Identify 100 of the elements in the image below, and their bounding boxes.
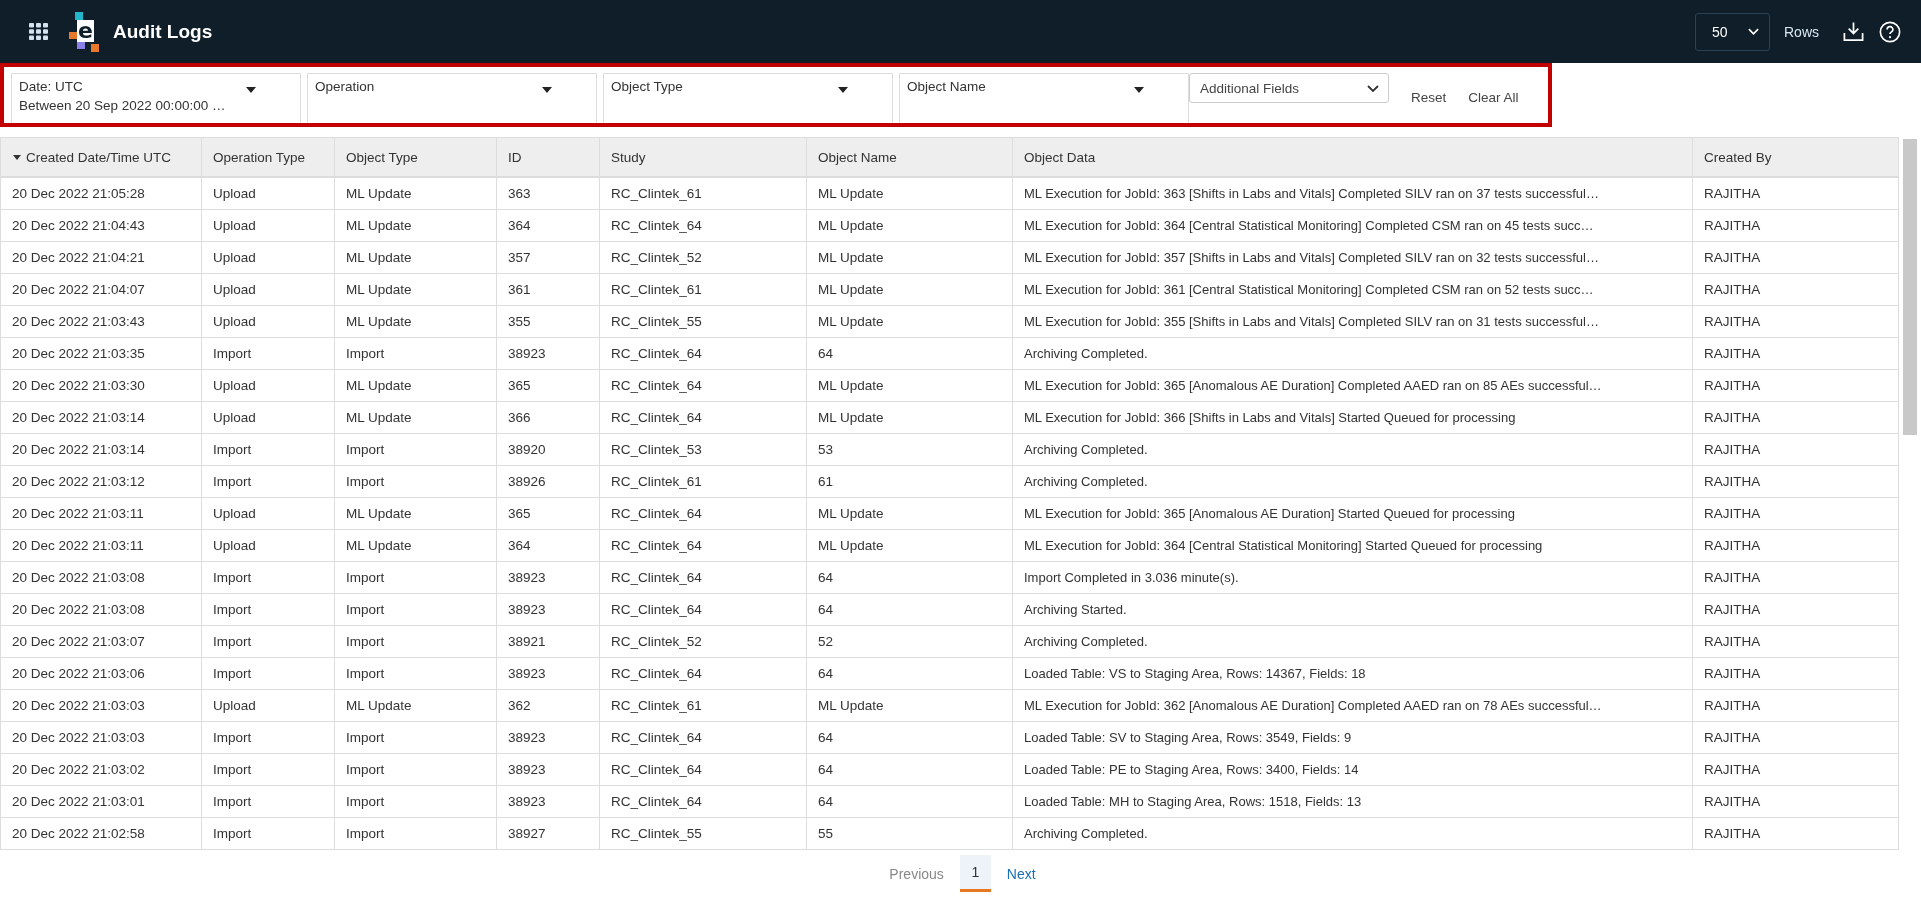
chevron-down-icon (1367, 84, 1379, 92)
table-cell: 64 (807, 594, 1013, 626)
table-cell: 38920 (497, 434, 600, 466)
column-header[interactable]: Created Date/Time UTC (1, 138, 202, 178)
help-icon[interactable] (1879, 20, 1901, 43)
table-cell: 366 (497, 402, 600, 434)
column-header[interactable]: Study (600, 138, 807, 178)
table-cell: 363 (497, 178, 600, 210)
column-header[interactable]: Operation Type (202, 138, 335, 178)
table-cell: RAJITHA (1693, 786, 1899, 818)
table-cell: Upload (202, 530, 335, 562)
table-cell: 20 Dec 2022 21:03:11 (1, 498, 202, 530)
table-cell: RC_Clintek_53 (600, 434, 807, 466)
table-cell: RC_Clintek_64 (600, 338, 807, 370)
table-cell: Import (335, 338, 497, 370)
table-cell: 20 Dec 2022 21:03:03 (1, 722, 202, 754)
column-header[interactable]: ID (497, 138, 600, 178)
download-icon[interactable] (1842, 20, 1865, 43)
scrollbar-thumb[interactable] (1903, 139, 1917, 435)
table-cell: 64 (807, 754, 1013, 786)
caret-down-icon (838, 87, 848, 93)
table-cell: RC_Clintek_64 (600, 722, 807, 754)
table-cell: RC_Clintek_55 (600, 306, 807, 338)
table-cell: ML Update (335, 274, 497, 306)
column-header[interactable]: Object Data (1013, 138, 1693, 178)
column-header[interactable]: Object Type (335, 138, 497, 178)
table-cell: Archiving Completed. (1013, 434, 1693, 466)
table-cell: ML Update (807, 402, 1013, 434)
table-cell: Upload (202, 370, 335, 402)
additional-fields-select[interactable]: Additional Fields (1189, 73, 1389, 103)
table-cell: ML Update (807, 210, 1013, 242)
table-cell: Upload (202, 690, 335, 722)
filter-dropdown[interactable]: Object Type (603, 73, 893, 123)
table-cell: RAJITHA (1693, 690, 1899, 722)
table-cell: 61 (807, 466, 1013, 498)
table-cell: ML Execution for JobId: 357 [Shifts in Labs and Vitals] Completed SILV ran on 32 tests successful… (1013, 242, 1693, 274)
filter-dropdown[interactable]: Object Name (899, 73, 1189, 123)
table-cell: RC_Clintek_55 (600, 818, 807, 850)
caret-down-icon (542, 87, 552, 93)
table-cell: RC_Clintek_64 (600, 530, 807, 562)
table-cell: RAJITHA (1693, 274, 1899, 306)
table-cell: 20 Dec 2022 21:03:11 (1, 530, 202, 562)
next-page-link[interactable]: Next (1002, 855, 1040, 892)
clear-all-button[interactable]: Clear All (1468, 82, 1519, 112)
page-number-button[interactable]: 1 (959, 855, 991, 892)
table-cell: ML Update (335, 530, 497, 562)
table-cell: Import (335, 754, 497, 786)
table-cell: 20 Dec 2022 21:03:30 (1, 370, 202, 402)
table-cell: Import (335, 786, 497, 818)
table-cell: 364 (497, 210, 600, 242)
table-cell: 55 (807, 818, 1013, 850)
column-header[interactable]: Object Name (807, 138, 1013, 178)
table-cell: Import (202, 594, 335, 626)
table-cell: Import (202, 466, 335, 498)
table-cell: 20 Dec 2022 21:03:06 (1, 658, 202, 690)
table-cell: RC_Clintek_64 (600, 402, 807, 434)
table-cell: RC_Clintek_64 (600, 754, 807, 786)
table-cell: 64 (807, 658, 1013, 690)
caret-down-icon (1134, 87, 1144, 93)
table-cell: RAJITHA (1693, 498, 1899, 530)
table-cell: RAJITHA (1693, 562, 1899, 594)
column-header[interactable]: Created By (1693, 138, 1899, 178)
table-cell: Upload (202, 274, 335, 306)
table-cell: 365 (497, 370, 600, 402)
reset-button[interactable]: Reset (1411, 82, 1447, 112)
page-title: Audit Logs (113, 20, 213, 43)
chevron-down-icon (1748, 28, 1759, 35)
table-cell: Upload (202, 178, 335, 210)
table-cell: 20 Dec 2022 21:04:21 (1, 242, 202, 274)
table-cell: Import (335, 818, 497, 850)
app-grid-icon[interactable] (29, 23, 48, 40)
table-cell: Import (202, 562, 335, 594)
filter-dropdown[interactable]: Operation (307, 73, 597, 123)
table-cell: ML Execution for JobId: 365 [Anomalous AE Duration] Started Queued for processing (1013, 498, 1693, 530)
table-cell: 38923 (497, 562, 600, 594)
table-cell: 20 Dec 2022 21:04:07 (1, 274, 202, 306)
table-cell: Import (335, 434, 497, 466)
table-cell: RAJITHA (1693, 210, 1899, 242)
table-cell: Archiving Completed. (1013, 818, 1693, 850)
table-cell: RC_Clintek_61 (600, 178, 807, 210)
table-cell: Import (202, 338, 335, 370)
table-cell: 357 (497, 242, 600, 274)
table-cell: ML Execution for JobId: 364 [Central Statistical Monitoring] Completed CSM ran on 45 tests succ… (1013, 210, 1693, 242)
table-cell: Archiving Completed. (1013, 338, 1693, 370)
sort-descending-icon (13, 154, 21, 160)
table-cell: ML Execution for JobId: 364 [Central Statistical Monitoring] Started Queued for processing (1013, 530, 1693, 562)
table-cell: Import (202, 658, 335, 690)
filter-dropdown[interactable]: Date: UTC Between 20 Sep 2022 00:00:00 … (11, 73, 301, 123)
table-cell: ML Update (335, 178, 497, 210)
table-cell: RAJITHA (1693, 178, 1899, 210)
table-cell: 20 Dec 2022 21:02:58 (1, 818, 202, 850)
table-cell: ML Update (807, 178, 1013, 210)
table-cell: RC_Clintek_64 (600, 370, 807, 402)
rows-per-page-select[interactable]: 50 (1695, 12, 1770, 51)
table-cell: 20 Dec 2022 21:03:12 (1, 466, 202, 498)
table-cell: Loaded Table: VS to Staging Area, Rows: 14367, Fields: 18 (1013, 658, 1693, 690)
table-cell: 64 (807, 562, 1013, 594)
table-cell: ML Execution for JobId: 365 [Anomalous AE Duration] Completed AAED ran on 85 AEs successful… (1013, 370, 1693, 402)
table-cell: RC_Clintek_61 (600, 274, 807, 306)
table-cell: RAJITHA (1693, 530, 1899, 562)
